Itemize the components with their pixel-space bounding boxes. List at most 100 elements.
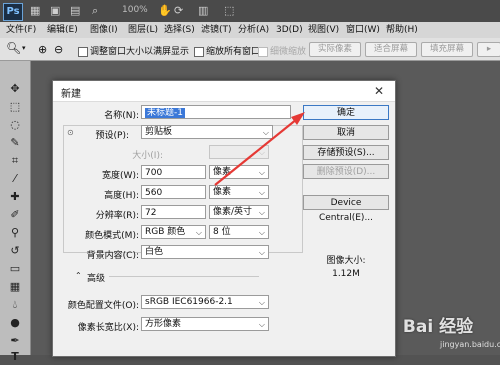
background-label: 背景内容(C):: [86, 251, 139, 261]
options-bar: 🔍︎ ▾ ⊕ ⊖ 调整窗口大小以满屏显示 缩放所有窗口 细微缩放 实际像素 适合…: [0, 38, 500, 61]
chevron-down-icon: ⌵: [258, 168, 265, 177]
ok-button[interactable]: 确定: [303, 105, 389, 120]
quick-select-tool-icon[interactable]: ✎: [7, 135, 23, 151]
rotate-view-icon[interactable]: ⟳: [174, 4, 183, 18]
crop-tool-icon[interactable]: ⌗: [7, 153, 23, 169]
chevron-down-icon: ⌵: [258, 228, 265, 237]
menu-select[interactable]: 选择(S): [164, 23, 195, 37]
zoom-out-icon[interactable]: ⊖: [54, 43, 63, 56]
chevron-down-icon: ⌵: [262, 128, 269, 137]
resolution-label: 分辨率(R):: [95, 211, 139, 221]
color-profile-label: 颜色配置文件(O):: [67, 301, 139, 311]
marquee-tool-icon[interactable]: ⬚: [7, 99, 23, 115]
chevron-down-icon: ⌵: [258, 148, 265, 157]
preset-label: 预设(P):: [95, 131, 129, 141]
title-bar: Ps ▦ ▣ ▤ ⌕ 100% ✋ ⟳ ▥ ⬚: [0, 0, 500, 22]
clone-stamp-tool-icon[interactable]: ⚲: [7, 225, 23, 241]
menu-edit[interactable]: 编辑(E): [47, 23, 78, 37]
menu-analysis[interactable]: 分析(A): [238, 23, 269, 37]
tool-preset-dropdown[interactable]: ▾: [22, 44, 26, 52]
fill-screen-button[interactable]: 填充屏幕: [421, 42, 473, 57]
chevron-down-icon: ⌵: [258, 208, 265, 217]
zoom-level[interactable]: 100%: [122, 5, 148, 15]
photoshop-logo: Ps: [3, 3, 23, 21]
background-select[interactable]: 白色 ⌵: [141, 245, 269, 259]
chevron-down-icon: ⌵: [195, 228, 202, 237]
print-size-button[interactable]: ▸: [477, 42, 500, 57]
menu-layer[interactable]: 图层(L): [128, 23, 158, 37]
history-brush-tool-icon[interactable]: ↺: [7, 243, 23, 259]
blur-tool-icon[interactable]: 💧︎: [7, 297, 23, 313]
menu-bar: 文件(F) 编辑(E) 图像(I) 图层(L) 选择(S) 滤镜(T) 分析(A…: [0, 22, 500, 39]
eraser-tool-icon[interactable]: ▭: [7, 261, 23, 277]
dialog-title: 新建: [61, 89, 81, 100]
pixel-aspect-select[interactable]: 方形像素 ⌵: [141, 317, 269, 331]
width-label: 宽度(W):: [102, 171, 139, 181]
preset-select[interactable]: 剪贴板 ⌵: [141, 125, 273, 139]
height-input[interactable]: 560: [141, 185, 206, 199]
zoom-in-icon[interactable]: ⊕: [38, 43, 47, 56]
advanced-toggle-icon[interactable]: ⌃: [75, 271, 82, 280]
name-input[interactable]: 未标题-1: [141, 105, 291, 119]
image-size-value: 1.12M: [332, 269, 360, 279]
width-input[interactable]: 700: [141, 165, 206, 179]
watermark-url: jingyan.baidu.com: [440, 340, 500, 349]
new-document-dialog: 新建 ✕ 名称(N): 未标题-1 ⊙ 预设(P): 剪贴板 ⌵ 大小(I): ⌵…: [52, 80, 396, 357]
menu-window[interactable]: 窗口(W): [346, 23, 380, 37]
view-extras-icon[interactable]: ▤: [70, 4, 80, 18]
chevron-down-icon: ⌵: [258, 188, 265, 197]
color-mode-label: 颜色模式(M):: [85, 231, 139, 241]
width-unit-select[interactable]: 像素 ⌵: [209, 165, 269, 179]
zoom-icon[interactable]: ⌕: [92, 4, 98, 18]
menu-3d[interactable]: 3D(D): [276, 23, 303, 37]
bit-depth-select[interactable]: 8 位 ⌵: [209, 225, 269, 239]
pen-tool-icon[interactable]: ✒: [7, 333, 23, 349]
image-size-label: 图像大小:: [326, 256, 366, 266]
save-preset-button[interactable]: 存储预设(S)...: [303, 145, 389, 160]
chevron-down-icon: ⌵: [258, 320, 265, 329]
close-icon[interactable]: ✕: [371, 83, 387, 99]
menu-view[interactable]: 视图(V): [308, 23, 339, 37]
tools-panel: ✥ ⬚ ◌ ✎ ⌗ ⁄ ✚ ✐ ⚲ ↺ ▭ ▦ 💧︎ ● ✒ T: [0, 61, 31, 363]
menu-help[interactable]: 帮助(H): [386, 23, 418, 37]
delete-preset-button[interactable]: 删除预设(D)...: [303, 164, 389, 179]
size-select[interactable]: ⌵: [209, 145, 269, 159]
gradient-tool-icon[interactable]: ▦: [7, 279, 23, 295]
dodge-tool-icon[interactable]: ●: [7, 315, 23, 331]
eyedropper-tool-icon[interactable]: ⁄: [7, 171, 23, 187]
cancel-button[interactable]: 取消: [303, 125, 389, 140]
type-tool-icon[interactable]: T: [7, 349, 23, 365]
advanced-label: 高级: [87, 274, 106, 284]
fit-window-checkbox[interactable]: 调整窗口大小以满屏显示: [78, 44, 189, 57]
menu-image[interactable]: 图像(I): [90, 23, 118, 37]
zoom-tool-icon[interactable]: 🔍︎: [6, 41, 21, 55]
color-profile-select[interactable]: sRGB IEC61966-2.1 ⌵: [141, 295, 269, 309]
screen-mode-icon[interactable]: ⬚: [224, 4, 234, 18]
advanced-divider: [109, 276, 259, 277]
menu-file[interactable]: 文件(F): [6, 23, 36, 37]
device-central-button[interactable]: Device Central(E)...: [303, 195, 389, 223]
minibridge-icon[interactable]: ▣: [50, 4, 60, 18]
hand-tool-icon[interactable]: ✋: [158, 4, 172, 18]
color-mode-select[interactable]: RGB 颜色 ⌵: [141, 225, 206, 239]
bridge-icon[interactable]: ▦: [30, 4, 40, 18]
name-label: 名称(N):: [104, 111, 139, 121]
arrange-documents-icon[interactable]: ▥: [198, 4, 208, 18]
move-tool-icon[interactable]: ✥: [7, 81, 23, 97]
scrubby-zoom-checkbox[interactable]: 细微缩放: [258, 44, 306, 57]
zoom-all-checkbox[interactable]: 缩放所有窗口: [194, 44, 260, 57]
lasso-tool-icon[interactable]: ◌: [7, 117, 23, 133]
actual-pixels-button[interactable]: 实际像素: [309, 42, 361, 57]
menu-filter[interactable]: 滤镜(T): [201, 23, 232, 37]
height-label: 高度(H):: [104, 191, 139, 201]
brush-tool-icon[interactable]: ✐: [7, 207, 23, 223]
pixel-aspect-label: 像素长宽比(X):: [77, 323, 139, 333]
fit-screen-button[interactable]: 适合屏幕: [365, 42, 417, 57]
healing-brush-tool-icon[interactable]: ✚: [7, 189, 23, 205]
resolution-input[interactable]: 72: [141, 205, 206, 219]
dialog-title-bar: 新建 ✕: [53, 81, 395, 102]
size-label: 大小(I):: [132, 151, 163, 161]
resolution-unit-select[interactable]: 像素/英寸 ⌵: [209, 205, 269, 219]
height-unit-select[interactable]: 像素 ⌵: [209, 185, 269, 199]
chevron-down-icon: ⌵: [258, 298, 265, 307]
